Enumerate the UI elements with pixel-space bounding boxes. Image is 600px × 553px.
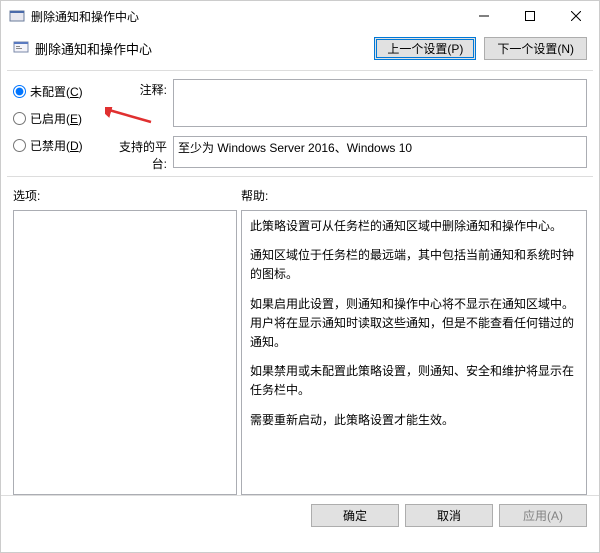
titlebar: 删除通知和操作中心	[1, 1, 599, 31]
next-setting-button[interactable]: 下一个设置(N)	[484, 37, 587, 60]
comment-textarea[interactable]	[173, 79, 587, 127]
radio-disabled-input[interactable]	[13, 139, 26, 152]
state-radios: 未配置(C) 已启用(E) 已禁用(D)	[13, 79, 113, 172]
policy-icon	[13, 39, 29, 58]
radio-not-configured-input[interactable]	[13, 85, 26, 98]
radio-enabled-input[interactable]	[13, 112, 26, 125]
app-icon	[9, 8, 25, 24]
window-title: 删除通知和操作中心	[31, 8, 139, 25]
header: 删除通知和操作中心 上一个设置(P) 下一个设置(N)	[1, 31, 599, 70]
help-text: 如果启用此设置，则通知和操作中心将不显示在通知区域中。用户将在显示通知时读取这些…	[250, 295, 578, 353]
close-button[interactable]	[553, 1, 599, 31]
help-label: 帮助:	[241, 187, 268, 204]
apply-button[interactable]: 应用(A)	[499, 504, 587, 527]
help-text: 需要重新启动，此策略设置才能生效。	[250, 411, 578, 430]
options-pane[interactable]	[13, 210, 237, 495]
platform-label: 支持的平台:	[113, 136, 173, 172]
help-text: 此策略设置可从任务栏的通知区域中删除通知和操作中心。	[250, 217, 578, 236]
help-pane[interactable]: 此策略设置可从任务栏的通知区域中删除通知和操作中心。 通知区域位于任务栏的最远端…	[241, 210, 587, 495]
radio-not-configured[interactable]: 未配置(C)	[13, 83, 113, 100]
help-text: 如果禁用或未配置此策略设置，则通知、安全和维护将显示在任务栏中。	[250, 362, 578, 400]
ok-button[interactable]: 确定	[311, 504, 399, 527]
platform-text: 至少为 Windows Server 2016、Windows 10	[173, 136, 587, 168]
page-title: 删除通知和操作中心	[35, 39, 152, 58]
help-text: 通知区域位于任务栏的最远端，其中包括当前通知和系统时钟的图标。	[250, 246, 578, 284]
footer: 确定 取消 应用(A)	[1, 495, 599, 527]
comment-label: 注释:	[113, 79, 173, 98]
maximize-button[interactable]	[507, 1, 553, 31]
radio-enabled[interactable]: 已启用(E)	[13, 110, 113, 127]
minimize-button[interactable]	[461, 1, 507, 31]
options-label: 选项:	[13, 187, 241, 204]
prev-setting-button[interactable]: 上一个设置(P)	[374, 37, 476, 60]
radio-disabled[interactable]: 已禁用(D)	[13, 137, 113, 154]
cancel-button[interactable]: 取消	[405, 504, 493, 527]
